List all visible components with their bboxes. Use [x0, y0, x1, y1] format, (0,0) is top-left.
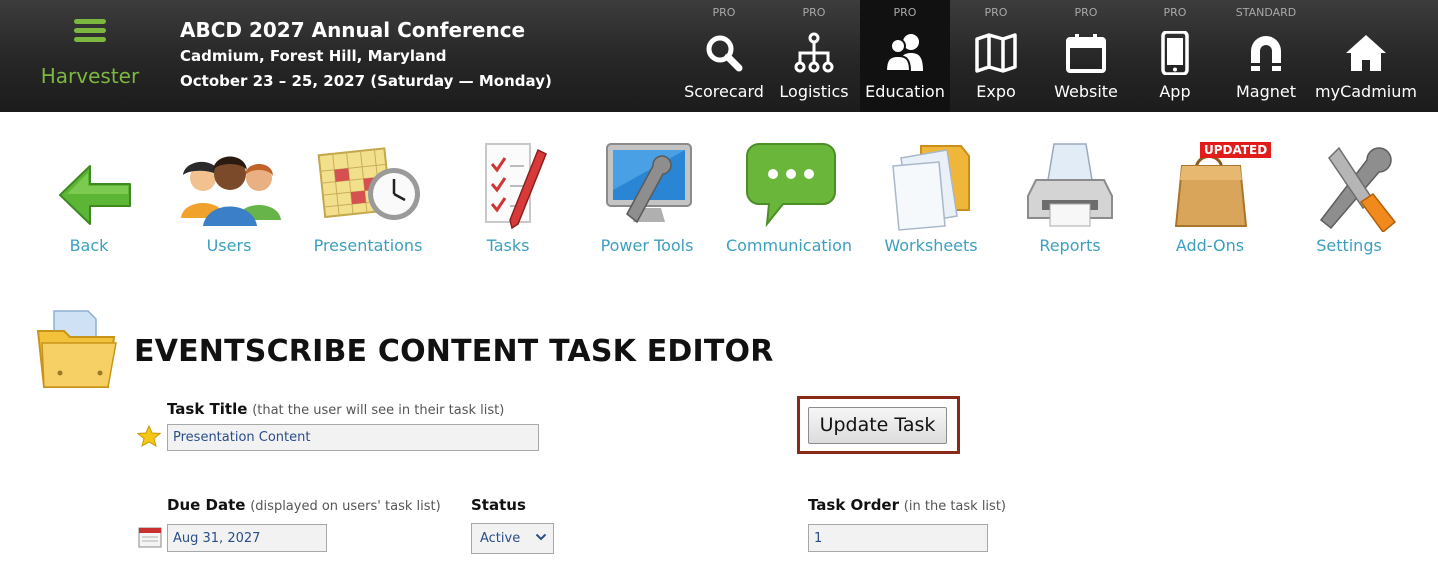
task-order-hint: (in the task list)	[903, 499, 1006, 514]
tier-label: PRO	[802, 6, 826, 19]
nav-label: Power Tools	[600, 236, 694, 255]
task-order-input[interactable]	[808, 524, 988, 552]
calendar-clock-icon	[298, 140, 438, 232]
conference-location: Cadmium, Forest Hill, Maryland	[180, 47, 447, 65]
nav-label: Presentations	[313, 236, 423, 255]
nav-label: Users	[206, 236, 252, 255]
nav-users[interactable]: Users	[159, 140, 299, 260]
tier-label: STANDARD	[1235, 6, 1297, 19]
module-tab-mycadmium[interactable]: myCadmium	[1315, 0, 1417, 112]
status-selected-value: Active	[480, 531, 521, 546]
task-title-label: Task Title (that the user will see in th…	[167, 400, 504, 418]
back-arrow-icon	[19, 140, 159, 232]
module-tab-education[interactable]: PRO Education	[860, 0, 950, 112]
module-tab-expo[interactable]: PRO Expo	[951, 0, 1041, 112]
nav-label: Settings	[1316, 236, 1382, 255]
folder-icon	[34, 307, 120, 395]
star-icon	[136, 424, 162, 451]
nav-settings[interactable]: Settings	[1279, 140, 1419, 260]
nav-label: Communication	[725, 236, 853, 255]
due-date-label: Due Date (displayed on users' task list)	[167, 496, 441, 514]
top-bar: Harvester ABCD 2027 Annual Conference Ca…	[0, 0, 1438, 112]
task-order-label-text: Task Order	[808, 496, 900, 514]
task-title-input[interactable]	[167, 424, 539, 451]
module-label: myCadmium	[1315, 82, 1417, 101]
tools-icon	[1279, 140, 1419, 232]
calendar-icon	[1041, 31, 1131, 75]
tier-label: PRO	[984, 6, 1008, 19]
page-title: EVENTSCRIBE CONTENT TASK EDITOR	[134, 334, 774, 369]
nav-label: Reports	[1039, 236, 1101, 255]
task-order-label: Task Order (in the task list)	[808, 496, 1006, 514]
tier-label: PRO	[1163, 6, 1187, 19]
users-icon	[860, 31, 950, 75]
app-name[interactable]: Harvester	[0, 64, 180, 88]
nav-label: Worksheets	[884, 236, 978, 255]
brand: Harvester	[0, 0, 180, 112]
documents-folder-icon	[861, 140, 1001, 232]
module-tab-website[interactable]: PRO Website	[1041, 0, 1131, 112]
nav-communication[interactable]: Communication	[719, 140, 859, 260]
module-tab-app[interactable]: PRO App	[1130, 0, 1220, 112]
nav-back[interactable]: Back	[19, 140, 159, 260]
calendar-icon[interactable]	[138, 526, 162, 552]
update-task-button[interactable]: Update Task	[808, 407, 947, 444]
chevron-down-icon	[535, 530, 547, 548]
checklist-icon	[438, 140, 578, 232]
printer-icon	[1000, 140, 1140, 232]
tier-label: PRO	[1074, 6, 1098, 19]
conference-dates: October 23 – 25, 2027 (Saturday — Monday…	[180, 72, 552, 90]
nav-label: Add-Ons	[1175, 236, 1245, 255]
nav-presentations[interactable]: Presentations	[298, 140, 438, 260]
monitor-wrench-icon	[577, 140, 717, 232]
nav-label: Tasks	[486, 236, 530, 255]
module-tab-magnet[interactable]: STANDARD Magnet	[1221, 0, 1311, 112]
home-icon	[1321, 31, 1411, 75]
magnet-icon	[1221, 31, 1311, 75]
status-select[interactable]: Active	[471, 523, 554, 554]
due-date-input[interactable]	[167, 524, 327, 552]
conference-info: ABCD 2027 Annual Conference Cadmium, For…	[180, 16, 552, 94]
nav-add-ons[interactable]: UPDATED Add-Ons	[1140, 140, 1280, 260]
tier-label: PRO	[712, 6, 736, 19]
nav-power-tools[interactable]: Power Tools	[577, 140, 717, 260]
status-label-text: Status	[471, 496, 526, 514]
updated-badge: UPDATED	[1200, 142, 1272, 158]
module-tab-logistics[interactable]: PRO Logistics	[769, 0, 859, 112]
conference-title: ABCD 2027 Annual Conference	[180, 18, 526, 42]
nav-tasks[interactable]: Tasks	[438, 140, 578, 260]
phone-icon	[1130, 31, 1220, 75]
map-icon	[951, 31, 1041, 75]
module-tab-scorecard[interactable]: PRO Scorecard	[679, 0, 769, 112]
chat-bubble-icon	[719, 140, 859, 232]
users-group-icon	[159, 140, 299, 232]
task-title-hint: (that the user will see in their task li…	[252, 403, 505, 418]
task-title-label-text: Task Title	[167, 400, 248, 418]
nav-worksheets[interactable]: Worksheets	[861, 140, 1001, 260]
search-icon	[679, 31, 769, 75]
module-label: Magnet	[1235, 82, 1297, 101]
nav-label: Back	[69, 236, 109, 255]
network-icon	[769, 31, 859, 75]
due-date-label-text: Due Date	[167, 496, 246, 514]
due-date-hint: (displayed on users' task list)	[250, 499, 441, 514]
hamburger-menu-icon[interactable]	[74, 19, 106, 43]
nav-reports[interactable]: Reports	[1000, 140, 1140, 260]
tier-label: PRO	[893, 6, 917, 19]
status-label: Status	[471, 496, 526, 514]
